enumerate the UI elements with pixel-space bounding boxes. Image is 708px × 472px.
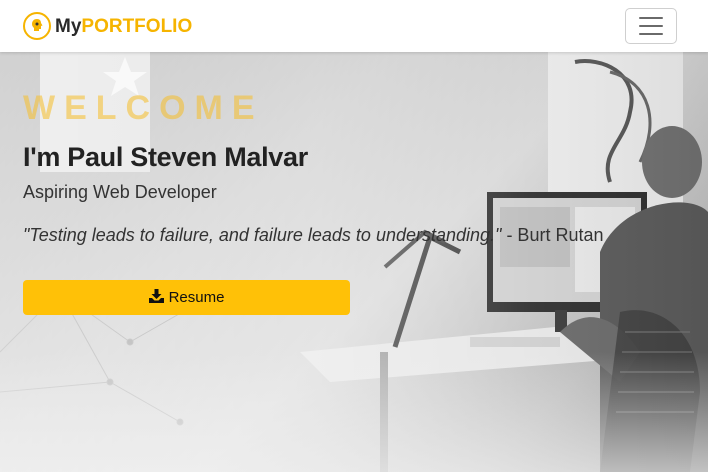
quote-author: - Burt Rutan — [501, 225, 604, 245]
lightbulb-head-icon — [23, 12, 51, 40]
resume-button[interactable]: Resume — [23, 280, 350, 315]
navbar-toggler-button[interactable] — [625, 8, 677, 44]
brand-highlight: PORTFOLIO — [81, 15, 193, 37]
brand-link[interactable]: MyPORTFOLIO — [23, 12, 192, 40]
hero-role: Aspiring Web Developer — [23, 182, 217, 202]
hero-section: WELCOME I'm Paul Steven Malvar Aspiring … — [0, 52, 708, 472]
resume-label: Resume — [168, 289, 225, 306]
welcome-heading: WELCOME — [23, 89, 264, 127]
hamburger-icon — [639, 17, 663, 19]
brand-prefix: My — [55, 15, 82, 37]
hero-name: I'm Paul Steven Malvar — [23, 142, 308, 172]
hero-quote: "Testing leads to failure, and failure l… — [23, 225, 603, 246]
navbar: MyPORTFOLIO — [0, 0, 708, 52]
quote-text: "Testing leads to failure, and failure l… — [23, 225, 502, 245]
download-icon — [148, 288, 164, 307]
